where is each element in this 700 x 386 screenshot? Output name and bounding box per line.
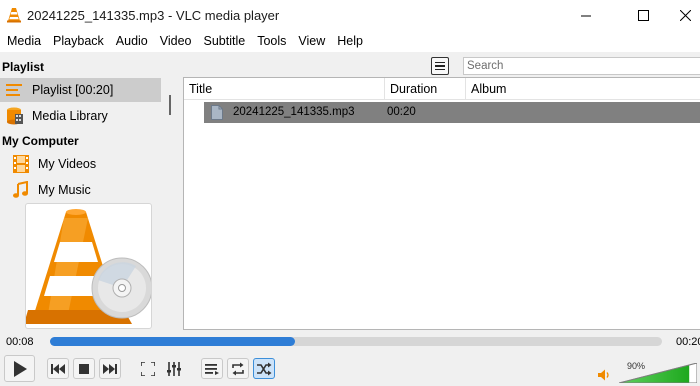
search-box[interactable]	[463, 57, 700, 75]
menu-media[interactable]: Media	[2, 31, 46, 52]
menu-tools[interactable]: Tools	[252, 31, 291, 52]
column-header-album[interactable]: Album	[466, 78, 700, 100]
close-button[interactable]	[662, 0, 700, 31]
stop-icon	[79, 363, 89, 374]
extended-settings-icon	[167, 361, 181, 376]
title-bar: 20241225_141335.mp3 - VLC media player	[0, 0, 700, 31]
sidebar-header-my-computer: My Computer	[2, 134, 79, 148]
close-icon	[679, 10, 691, 21]
next-icon	[103, 363, 117, 374]
previous-icon	[51, 363, 65, 374]
previous-button[interactable]	[47, 358, 69, 379]
sidebar-item-label: My Videos	[38, 157, 97, 171]
window-title: 20241225_141335.mp3 - VLC media player	[27, 8, 280, 23]
playlist-header: Title Duration Album	[184, 78, 700, 100]
minimize-button[interactable]	[563, 0, 609, 31]
minimize-icon	[580, 15, 591, 17]
sidebar-header-playlist: Playlist	[2, 60, 45, 74]
fullscreen-button[interactable]	[137, 358, 159, 379]
menu-subtitle[interactable]: Subtitle	[199, 31, 251, 52]
next-button[interactable]	[99, 358, 121, 379]
volume-slider[interactable]	[619, 363, 697, 383]
speaker-icon	[598, 369, 609, 380]
album-art	[25, 203, 152, 329]
playlist-view-button[interactable]	[431, 57, 449, 75]
menu-playback[interactable]: Playback	[48, 31, 109, 52]
music-note-icon	[12, 181, 30, 199]
play-button[interactable]	[4, 355, 35, 382]
menu-help[interactable]: Help	[332, 31, 368, 52]
playlist-toggle-icon	[205, 363, 219, 375]
row-duration: 00:20	[387, 106, 416, 118]
fullscreen-icon	[141, 361, 155, 376]
menu-audio[interactable]: Audio	[111, 31, 153, 52]
sidebar-item-label: My Music	[38, 183, 91, 197]
total-time: 00:20	[676, 336, 700, 348]
sidebar: Playlist Playlist [00:20] Media Library …	[0, 55, 175, 330]
sidebar-item-my-music[interactable]: My Music	[6, 178, 167, 202]
column-header-title[interactable]: Title	[184, 78, 385, 100]
sidebar-item-label: Media Library	[32, 109, 108, 123]
sidebar-item-media-library[interactable]: Media Library	[0, 104, 161, 128]
loop-icon	[232, 362, 244, 375]
elapsed-time: 00:08	[6, 336, 34, 348]
table-row[interactable]: 20241225_141335.mp3 00:20	[204, 102, 700, 123]
playlist-toggle-button[interactable]	[201, 358, 223, 379]
maximize-button[interactable]	[620, 0, 666, 31]
film-icon	[12, 155, 30, 173]
playlist-toolbar	[183, 55, 700, 77]
media-library-icon	[6, 107, 24, 125]
playlist-icon	[6, 81, 24, 99]
audio-file-icon	[211, 105, 223, 120]
seek-slider[interactable]	[50, 337, 662, 346]
sidebar-item-playlist[interactable]: Playlist [00:20]	[0, 78, 161, 102]
sidebar-item-label: Playlist [00:20]	[32, 83, 114, 97]
column-header-duration[interactable]: Duration	[385, 78, 466, 100]
menu-bar: Media Playback Audio Video Subtitle Tool…	[0, 31, 700, 52]
stop-button[interactable]	[73, 358, 95, 379]
sidebar-item-my-videos[interactable]: My Videos	[6, 152, 167, 176]
sidebar-scrollbar[interactable]	[169, 95, 171, 115]
extended-settings-button[interactable]	[163, 358, 185, 379]
vlc-cone-disc-art	[26, 209, 151, 324]
maximize-icon	[637, 10, 649, 21]
row-title: 20241225_141335.mp3	[233, 106, 355, 118]
mute-button[interactable]	[596, 366, 614, 383]
menu-view[interactable]: View	[293, 31, 330, 52]
vlc-cone-icon	[7, 8, 21, 23]
search-input[interactable]	[464, 58, 700, 74]
playlist-table: Title Duration Album 20241225_141335.mp3…	[183, 77, 700, 330]
menu-video[interactable]: Video	[155, 31, 197, 52]
play-icon	[13, 360, 27, 377]
loop-button[interactable]	[227, 358, 249, 379]
seek-progress	[50, 337, 295, 346]
list-view-icon	[435, 61, 445, 64]
shuffle-icon	[257, 362, 272, 375]
shuffle-button[interactable]	[253, 358, 275, 379]
